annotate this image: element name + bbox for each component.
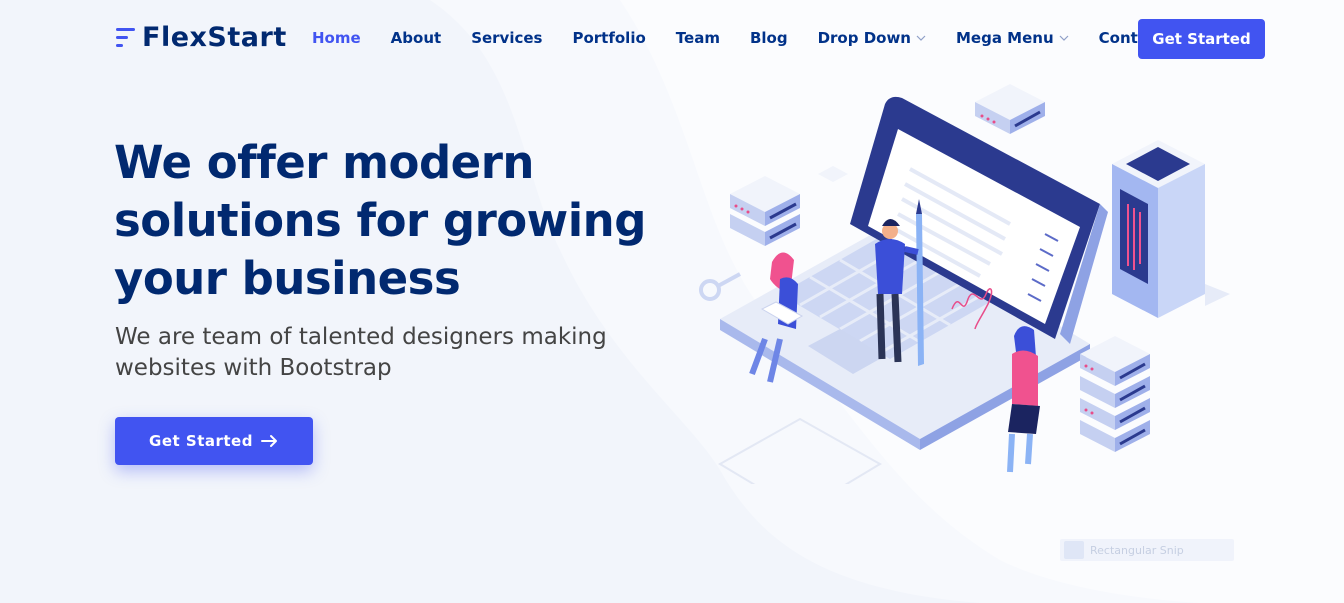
nav-item-label: Drop Down xyxy=(817,29,911,47)
nav-item-team[interactable]: Team xyxy=(676,29,720,47)
nav-item-home[interactable]: Home xyxy=(312,29,361,47)
chevron-down-icon xyxy=(916,35,926,41)
chevron-down-icon xyxy=(1059,35,1069,41)
nav-item-portfolio[interactable]: Portfolio xyxy=(572,29,645,47)
hero-button-label: Get Started xyxy=(149,432,253,450)
nav-item-about[interactable]: About xyxy=(391,29,442,47)
rectangular-snip-overlay[interactable]: Rectangular Snip xyxy=(1060,539,1234,561)
hero-subtitle: We are team of talented designers making… xyxy=(115,324,607,381)
main-nav: Home About Services Portfolio Team Blog … xyxy=(312,29,1194,47)
snip-icon xyxy=(1064,541,1084,559)
logo[interactable]: FlexStart xyxy=(114,22,287,53)
nav-item-blog[interactable]: Blog xyxy=(750,29,788,47)
hero-title: We offer modern solutions for growing yo… xyxy=(114,136,646,305)
get-started-header-button[interactable]: Get Started xyxy=(1138,19,1265,59)
arrow-right-icon xyxy=(260,435,277,447)
logo-icon xyxy=(114,24,136,52)
nav-item-drop-down[interactable]: Drop Down xyxy=(818,29,926,47)
get-started-hero-button[interactable]: Get Started xyxy=(115,417,313,465)
nav-item-mega-menu[interactable]: Mega Menu xyxy=(956,29,1069,47)
logo-text: FlexStart xyxy=(142,22,287,53)
site-header: FlexStart Home About Services Portfolio … xyxy=(0,0,1344,78)
snip-label: Rectangular Snip xyxy=(1090,543,1184,557)
nav-item-services[interactable]: Services xyxy=(471,29,542,47)
nav-item-label: Mega Menu xyxy=(955,29,1054,47)
hero-illustration xyxy=(699,84,1230,484)
